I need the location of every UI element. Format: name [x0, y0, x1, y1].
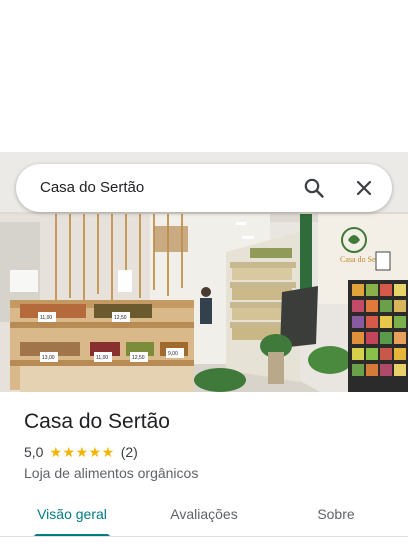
tab-reviews[interactable]: Avaliações: [164, 506, 244, 522]
divider: [0, 536, 408, 537]
price-tag: 11,00: [96, 355, 108, 361]
rating-value: 5,0: [24, 444, 44, 460]
rating-row[interactable]: 5,0 ★★★★★ (2): [24, 443, 138, 461]
tab-overview[interactable]: Visão geral: [34, 506, 110, 522]
reviews-count[interactable]: (2): [121, 444, 138, 460]
price-tag: 11,00: [40, 315, 52, 321]
price-tag: 12,50: [132, 355, 145, 361]
price-tag: 13,00: [42, 355, 55, 361]
place-category[interactable]: Loja de alimentos orgânicos: [24, 465, 198, 481]
close-icon[interactable]: [352, 176, 376, 200]
search-input[interactable]: Casa do Sertão: [40, 179, 144, 196]
price-tag: 12,50: [114, 315, 127, 321]
search-bar[interactable]: Casa do Sertão: [16, 164, 392, 212]
place-title: Casa do Sertão: [24, 410, 170, 433]
tab-bar: Visão geral Avaliações Sobre: [0, 494, 408, 537]
price-tag: 9,00: [168, 351, 178, 357]
search-icon[interactable]: [302, 176, 326, 200]
tab-about[interactable]: Sobre: [306, 506, 366, 522]
star-rating-icon: ★★★★★: [49, 443, 115, 460]
